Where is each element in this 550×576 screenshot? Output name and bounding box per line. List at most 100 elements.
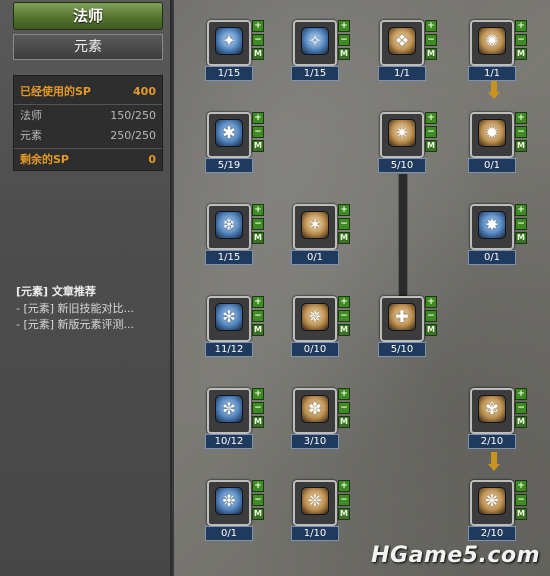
max-level-button[interactable]: M [338,232,350,244]
skill-slot[interactable]: ✼ + − M 10/12 [205,388,265,450]
skill-icon[interactable]: ✾ [478,395,506,423]
add-point-button[interactable]: + [338,296,350,308]
skill-icon[interactable]: ✧ [301,27,329,55]
skill-slot[interactable]: ❊ + − M 1/10 [291,480,351,542]
skill-icon[interactable]: ❖ [388,27,416,55]
skill-slot[interactable]: ✸ + − M 0/1 [468,204,528,266]
skill-slot[interactable]: ✱ + − M 5/19 [205,112,265,174]
max-level-button[interactable]: M [425,324,437,336]
max-level-button[interactable]: M [252,232,264,244]
add-point-button[interactable]: + [252,296,264,308]
skill-slot[interactable]: ✧ + − M 1/15 [291,20,351,82]
max-level-button[interactable]: M [338,48,350,60]
skill-icon[interactable]: ✼ [215,395,243,423]
add-point-button[interactable]: + [515,388,527,400]
remove-point-button[interactable]: − [425,310,437,322]
max-level-button[interactable]: M [515,416,527,428]
remove-point-button[interactable]: − [338,494,350,506]
skill-slot[interactable]: ❖ + − M 1/1 [378,20,438,82]
remove-point-button[interactable]: − [252,310,264,322]
skill-icon[interactable]: ✸ [478,211,506,239]
remove-point-button[interactable]: − [338,402,350,414]
skill-icon[interactable]: ✹ [478,119,506,147]
skill-icon[interactable]: ✺ [478,27,506,55]
max-level-button[interactable]: M [425,48,437,60]
add-point-button[interactable]: + [252,388,264,400]
max-level-button[interactable]: M [515,508,527,520]
skill-icon[interactable]: ✷ [388,119,416,147]
max-level-button[interactable]: M [338,324,350,336]
skill-slot[interactable]: ❋ + − M 2/10 [468,480,528,542]
max-level-button[interactable]: M [338,508,350,520]
add-point-button[interactable]: + [338,20,350,32]
max-level-button[interactable]: M [425,140,437,152]
max-level-button[interactable]: M [515,140,527,152]
skill-icon[interactable]: ✦ [215,27,243,55]
skill-slot[interactable]: ❄ + − M 1/15 [205,204,265,266]
remove-point-button[interactable]: − [252,34,264,46]
add-point-button[interactable]: + [338,480,350,492]
max-level-button[interactable]: M [252,48,264,60]
remove-point-button[interactable]: − [252,402,264,414]
remove-point-button[interactable]: − [515,494,527,506]
remove-point-button[interactable]: − [515,126,527,138]
add-point-button[interactable]: + [425,296,437,308]
max-level-button[interactable]: M [515,48,527,60]
tab-subclass[interactable]: 元素 [13,34,163,60]
skill-slot[interactable]: ✵ + − M 0/10 [291,296,351,358]
skill-slot[interactable]: ✹ + − M 0/1 [468,112,528,174]
add-point-button[interactable]: + [425,20,437,32]
add-point-button[interactable]: + [515,20,527,32]
max-level-button[interactable]: M [252,140,264,152]
remove-point-button[interactable]: − [252,126,264,138]
add-point-button[interactable]: + [252,204,264,216]
add-point-button[interactable]: + [252,480,264,492]
remove-point-button[interactable]: − [338,34,350,46]
add-point-button[interactable]: + [338,388,350,400]
sp-class-row: 法师 150/250 [20,106,156,126]
skill-slot[interactable]: ✻ + − M 11/12 [205,296,265,358]
article-link[interactable]: - [元素] 新旧技能对比... [16,301,166,317]
remove-point-button[interactable]: − [515,34,527,46]
remove-point-button[interactable]: − [252,218,264,230]
skill-slot[interactable]: ✦ + − M 1/15 [205,20,265,82]
add-point-button[interactable]: + [515,112,527,124]
skill-icon[interactable]: ❄ [215,211,243,239]
tab-class[interactable]: 法师 [13,2,163,30]
remove-point-button[interactable]: − [425,34,437,46]
remove-point-button[interactable]: − [515,218,527,230]
skill-icon[interactable]: ❉ [215,487,243,515]
skill-icon[interactable]: ❋ [478,487,506,515]
skill-slot[interactable]: ✾ + − M 2/10 [468,388,528,450]
skill-icon[interactable]: ✵ [301,303,329,331]
remove-point-button[interactable]: − [338,310,350,322]
remove-point-button[interactable]: − [338,218,350,230]
add-point-button[interactable]: + [252,20,264,32]
max-level-button[interactable]: M [252,508,264,520]
max-level-button[interactable]: M [515,232,527,244]
skill-icon[interactable]: ✶ [301,211,329,239]
add-point-button[interactable]: + [338,204,350,216]
skill-slot[interactable]: ✶ + − M 0/1 [291,204,351,266]
add-point-button[interactable]: + [515,204,527,216]
skill-slot[interactable]: ✷ + − M 5/10 [378,112,438,174]
skill-icon[interactable]: ✽ [301,395,329,423]
max-level-button[interactable]: M [252,324,264,336]
skill-icon[interactable]: ✚ [388,303,416,331]
skill-slot[interactable]: ✺ + − M 1/1 [468,20,528,82]
remove-point-button[interactable]: − [515,402,527,414]
skill-icon[interactable]: ✻ [215,303,243,331]
add-point-button[interactable]: + [425,112,437,124]
remove-point-button[interactable]: − [252,494,264,506]
remove-point-button[interactable]: − [425,126,437,138]
skill-slot[interactable]: ✚ + − M 5/10 [378,296,438,358]
add-point-button[interactable]: + [515,480,527,492]
max-level-button[interactable]: M [252,416,264,428]
skill-icon[interactable]: ✱ [215,119,243,147]
article-link[interactable]: - [元素] 新版元素评测... [16,317,166,333]
max-level-button[interactable]: M [338,416,350,428]
skill-icon[interactable]: ❊ [301,487,329,515]
skill-slot[interactable]: ✽ + − M 3/10 [291,388,351,450]
add-point-button[interactable]: + [252,112,264,124]
skill-slot[interactable]: ❉ + − M 0/1 [205,480,265,542]
